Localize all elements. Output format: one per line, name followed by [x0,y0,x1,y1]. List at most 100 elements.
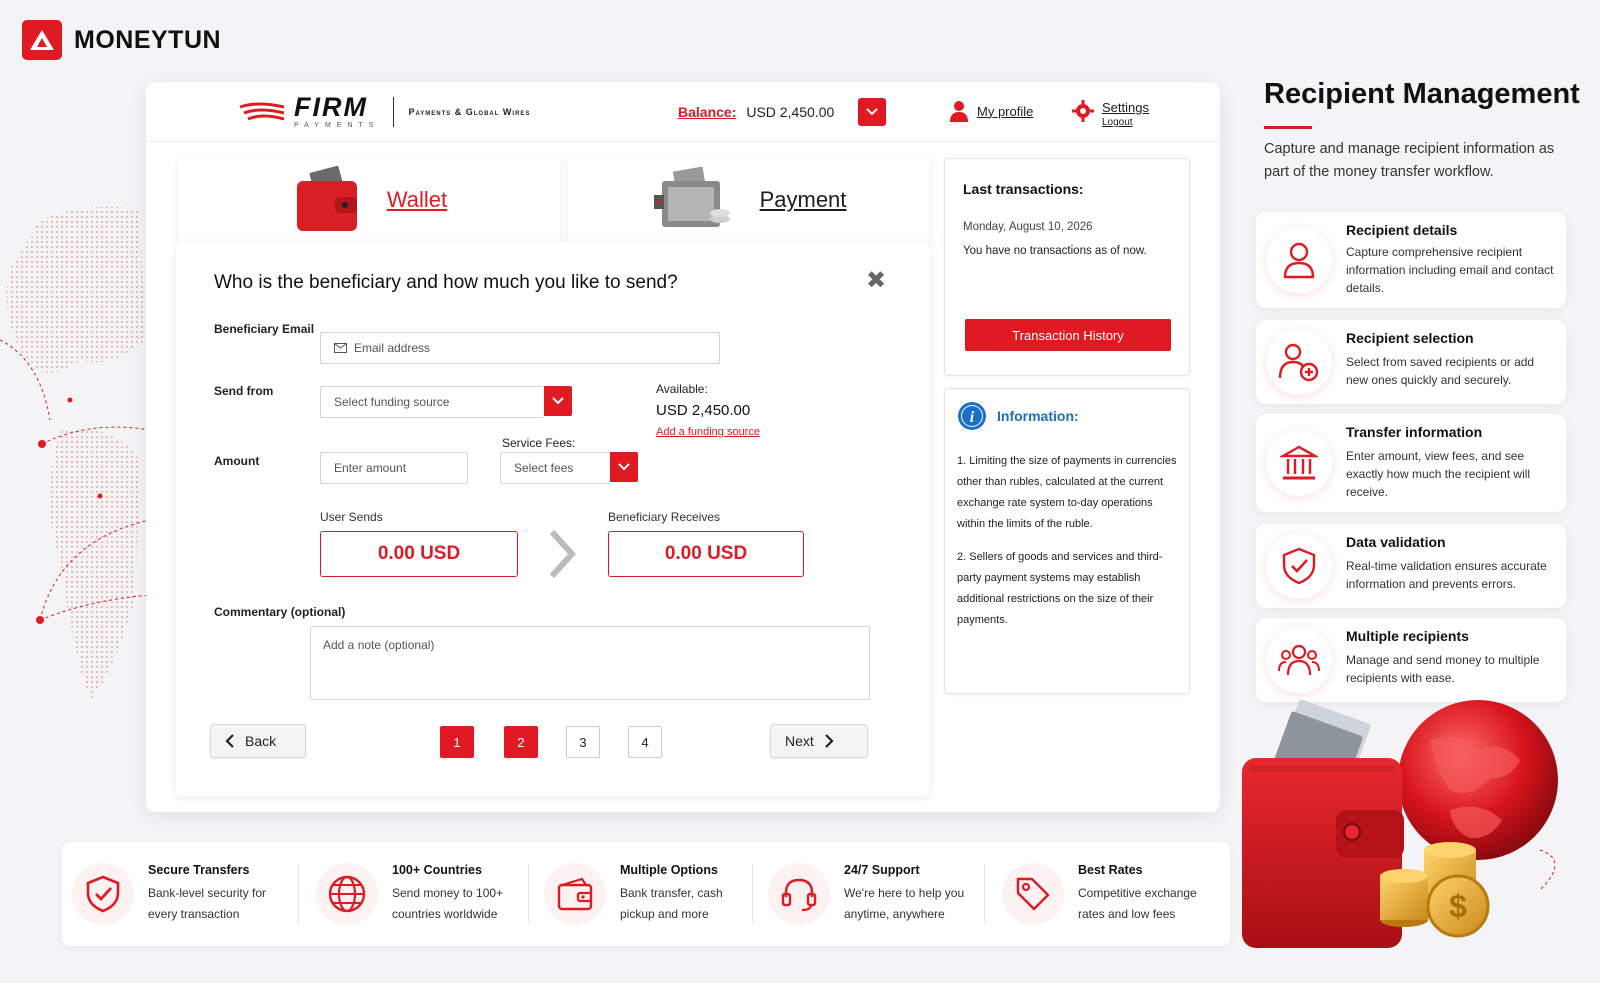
form-title: Who is the beneficiary and how much you … [214,272,678,293]
service-fees-dropdown-button[interactable] [610,452,638,482]
commentary-label: Commentary (optional) [214,605,346,619]
wallet-icon [544,863,606,925]
title-accent-bar [1264,126,1312,129]
shield-check-icon [1266,533,1332,599]
brand-name: MONEYTUN [74,25,222,54]
commentary-textarea[interactable]: Add a note (optional) [310,626,870,700]
my-profile-label: My profile [977,103,1034,119]
features-bar: Secure Transfers Bank-level security for … [62,842,1230,946]
information-title: Information: [997,408,1079,424]
beneficiary-form: Who is the beneficiary and how much you … [176,242,930,796]
add-funding-source-link[interactable]: Add a funding source [656,426,760,438]
page-3-button[interactable]: 3 [566,726,600,758]
information-item-1: 1. Limiting the size of payments in curr… [957,455,1177,530]
email-placeholder: Email address [354,341,431,355]
page-2-button[interactable]: 2 [504,726,538,758]
page-1-button[interactable]: 1 [440,726,474,758]
feature-data-validation: Data validation Real-time validation ens… [1256,524,1566,608]
next-button[interactable]: Next [770,724,868,758]
email-label: Beneficiary Email [214,322,315,336]
balance: Balance: USD 2,450.00 [678,98,887,126]
balance-value: USD 2,450.00 [746,104,835,120]
payment-machine-icon [653,167,730,227]
last-transactions-title: Last transactions: [963,181,1084,197]
funding-source-placeholder: Select funding source [320,386,544,418]
back-button[interactable]: Back [210,724,306,758]
information-header: i Information: [957,401,1079,431]
settings-link[interactable]: Settings [1102,100,1149,115]
top-bar: FIRM PAYMENTS Payments & Global Wires Ba… [146,82,1220,142]
feature-desc: Select from saved recipients or add new … [1346,355,1535,387]
amount-input[interactable]: Enter amount [320,452,468,484]
amount-label: Amount [214,454,260,468]
bottom-feature-desc: Bank-level security for every transactio… [148,886,267,921]
bottom-feature-options: Multiple Options Bank transfer, cash pick… [544,854,760,934]
tab-wallet[interactable]: Wallet [178,156,560,246]
bank-icon [1266,430,1332,496]
bottom-feature-title: Multiple Options [620,863,718,877]
wallet-icon [296,165,357,231]
available-label: Available: [656,382,708,396]
chevron-left-icon [225,734,234,748]
mail-icon [334,343,347,353]
close-icon[interactable]: ✖ [866,266,886,295]
brand-logo-icon [22,20,62,60]
next-label: Next [785,733,814,749]
tab-wallet-label: Wallet [386,187,448,212]
send-from-label: Send from [214,384,274,398]
settings: Settings Logout [1072,100,1149,128]
svg-text:i: i [970,409,975,426]
bottom-feature-title: 24/7 Support [844,863,920,877]
feature-desc: Capture comprehensive recipient informat… [1346,245,1554,295]
user-icon [1266,227,1332,293]
my-profile-link[interactable]: My profile [949,100,1033,122]
bottom-feature-desc: Bank transfer, cash pickup and more [620,886,723,921]
bottom-feature-title: Best Rates [1078,863,1143,877]
feature-recipient-details: Recipient details Capture comprehensive … [1256,212,1566,308]
firm-subname: PAYMENTS [294,122,380,129]
bottom-feature-title: Secure Transfers [148,863,250,877]
page-4-button[interactable]: 4 [628,726,662,758]
user-sends-value: 0.00 USD [320,531,518,577]
feature-desc: Enter amount, view fees, and see exactly… [1346,449,1531,499]
users-icon [1266,627,1332,693]
chevron-down-icon [552,397,564,405]
feature-desc: Real-time validation ensures accurate in… [1346,559,1547,591]
svg-text:$: $ [1449,888,1467,924]
funding-source-select[interactable]: Select funding source [320,386,572,418]
funding-source-dropdown-button[interactable] [544,386,572,416]
email-field[interactable]: Email address [320,332,720,364]
chevron-right-icon [825,734,834,748]
transaction-history-button[interactable]: Transaction History [965,319,1171,351]
bottom-feature-support: 24/7 Support We're here to help you anyti… [768,854,984,934]
chevron-down-icon [618,463,630,471]
chevron-down-icon [866,108,879,116]
service-fees-label: Service Fees: [502,436,576,450]
service-fees-placeholder: Select fees [500,452,610,484]
last-transactions-date: Monday, August 10, 2026 [963,221,1093,233]
logout-link[interactable]: Logout [1102,117,1149,128]
service-fees-select[interactable]: Select fees [500,452,638,484]
back-label: Back [245,733,277,749]
firm-logo: FIRM PAYMENTS Payments & Global Wires [238,94,530,129]
bottom-feature-countries: 100+ Countries Send money to 100+ countri… [316,854,532,934]
user-sends-label: User Sends [320,510,383,524]
information-panel: i Information: 1. Limiting the size of p… [944,388,1190,694]
information-item-2: 2. Sellers of goods and services and thi… [957,551,1163,626]
bottom-feature-secure: Secure Transfers Bank-level security for … [72,854,288,934]
amount-placeholder: Enter amount [334,461,407,475]
feature-transfer-information: Transfer information Enter amount, view … [1256,414,1566,512]
bottom-feature-desc: We're here to help you anytime, anywhere [844,886,965,921]
commentary-placeholder: Add a note (optional) [323,638,435,652]
balance-dropdown-button[interactable] [858,98,887,126]
feature-desc: Manage and send money to multiple recipi… [1346,653,1540,685]
feature-title: Transfer information [1346,424,1483,440]
bottom-feature-title: 100+ Countries [392,863,482,877]
gear-icon [1072,100,1094,122]
tab-payment[interactable]: Payment [568,156,930,244]
arrow-right-icon [549,530,576,578]
balance-label: Balance: [678,104,737,120]
tag-icon [1002,863,1064,925]
last-transactions-panel: Last transactions: Monday, August 10, 20… [944,158,1190,376]
brand: MONEYTUN [22,20,221,60]
